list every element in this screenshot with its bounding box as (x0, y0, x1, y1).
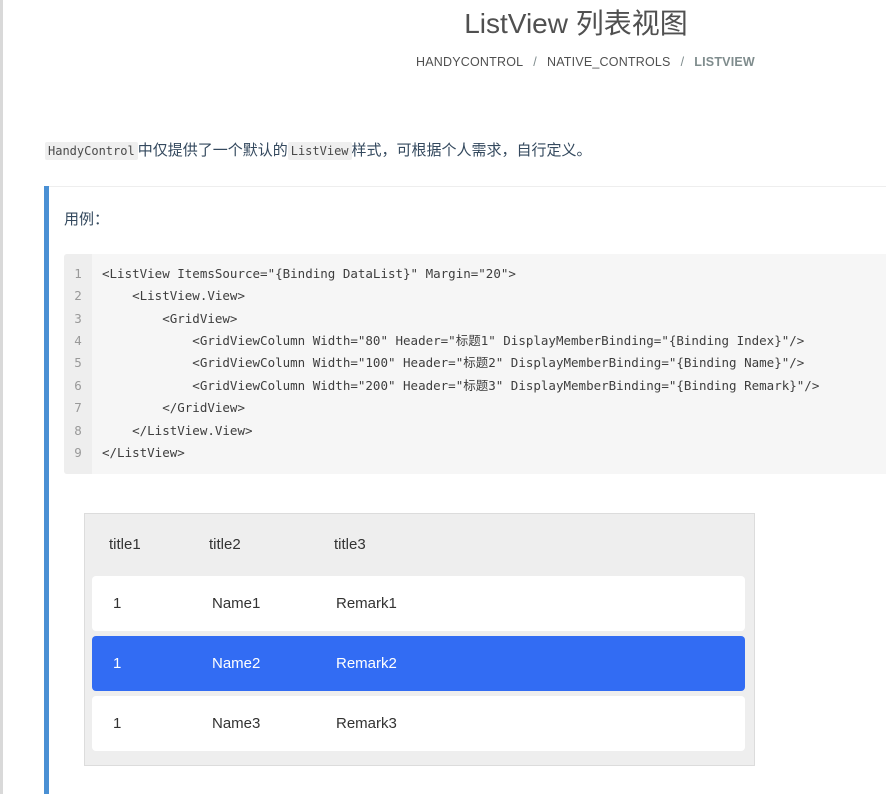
cell-remark: Remark1 (336, 595, 397, 612)
callout-accent-bar (44, 186, 49, 794)
example-label: 用例： (64, 211, 110, 228)
breadcrumb-item-native-controls[interactable]: NATIVE_CONTROLS (547, 55, 671, 69)
inline-code-handycontrol: HandyControl (45, 142, 138, 160)
cell-index: 1 (113, 715, 122, 732)
listview-row-2-selected[interactable]: 1 Name2 Remark2 (92, 636, 745, 691)
listview-demo: title1 title2 title3 1 Name1 Remark1 1 N… (84, 513, 755, 766)
column-header-title3[interactable]: title3 (334, 536, 366, 553)
cell-name: Name3 (212, 715, 261, 732)
divider (45, 186, 886, 187)
line-number: 5 (74, 355, 82, 370)
code-line: <GridViewColumn Width="100" Header="标题2"… (102, 355, 805, 370)
code-line: </GridView> (102, 400, 245, 415)
cell-name: Name1 (212, 595, 261, 612)
cell-name: Name2 (212, 655, 261, 672)
line-number: 4 (74, 333, 82, 348)
intro-text-1: 中仅提供了一个默认的 (137, 142, 288, 159)
cell-index: 1 (113, 655, 122, 672)
column-header-title1[interactable]: title1 (109, 536, 141, 553)
intro-text-2: 样式，可根据个人需求，自行定义。 (351, 142, 592, 159)
intro-paragraph: HandyControl 中仅提供了一个默认的 ListView 样式，可根据个人需求… (45, 141, 592, 161)
code-line: <GridViewColumn Width="80" Header="标题1" … (102, 333, 805, 348)
breadcrumb-separator: / (533, 55, 537, 69)
breadcrumb-item-handycontrol[interactable]: HANDYCONTROL (416, 55, 523, 69)
listview-row-3[interactable]: 1 Name3 Remark3 (92, 696, 745, 751)
code-line: </ListView> (102, 445, 185, 460)
breadcrumb: HANDYCONTROL / NATIVE_CONTROLS / LISTVIEW (416, 55, 755, 69)
page-left-border (0, 0, 3, 794)
line-number: 8 (74, 423, 82, 438)
inline-code-listview: ListView (287, 142, 352, 160)
code-line: <ListView ItemsSource="{Binding DataList… (102, 266, 516, 281)
line-number: 1 (74, 266, 82, 281)
breadcrumb-item-listview: LISTVIEW (694, 55, 755, 69)
line-number: 6 (74, 378, 82, 393)
breadcrumb-separator: / (680, 55, 685, 69)
column-header-title2[interactable]: title2 (209, 536, 241, 553)
listview-row-1[interactable]: 1 Name1 Remark1 (92, 576, 745, 631)
code-block: 1 <ListView ItemsSource="{Binding DataLi… (64, 254, 886, 474)
code-line: <GridViewColumn Width="200" Header="标题3"… (102, 378, 820, 393)
code-line: </ListView.View> (102, 423, 253, 438)
cell-remark: Remark2 (336, 655, 397, 672)
line-number: 2 (74, 288, 82, 303)
code-line: <GridView> (102, 311, 238, 326)
cell-remark: Remark3 (336, 715, 397, 732)
page-title: ListView 列表视图 (464, 8, 688, 39)
line-number: 9 (74, 445, 82, 460)
line-number: 3 (74, 311, 82, 326)
line-number: 7 (74, 400, 82, 415)
cell-index: 1 (113, 595, 122, 612)
code-line: <ListView.View> (102, 288, 245, 303)
